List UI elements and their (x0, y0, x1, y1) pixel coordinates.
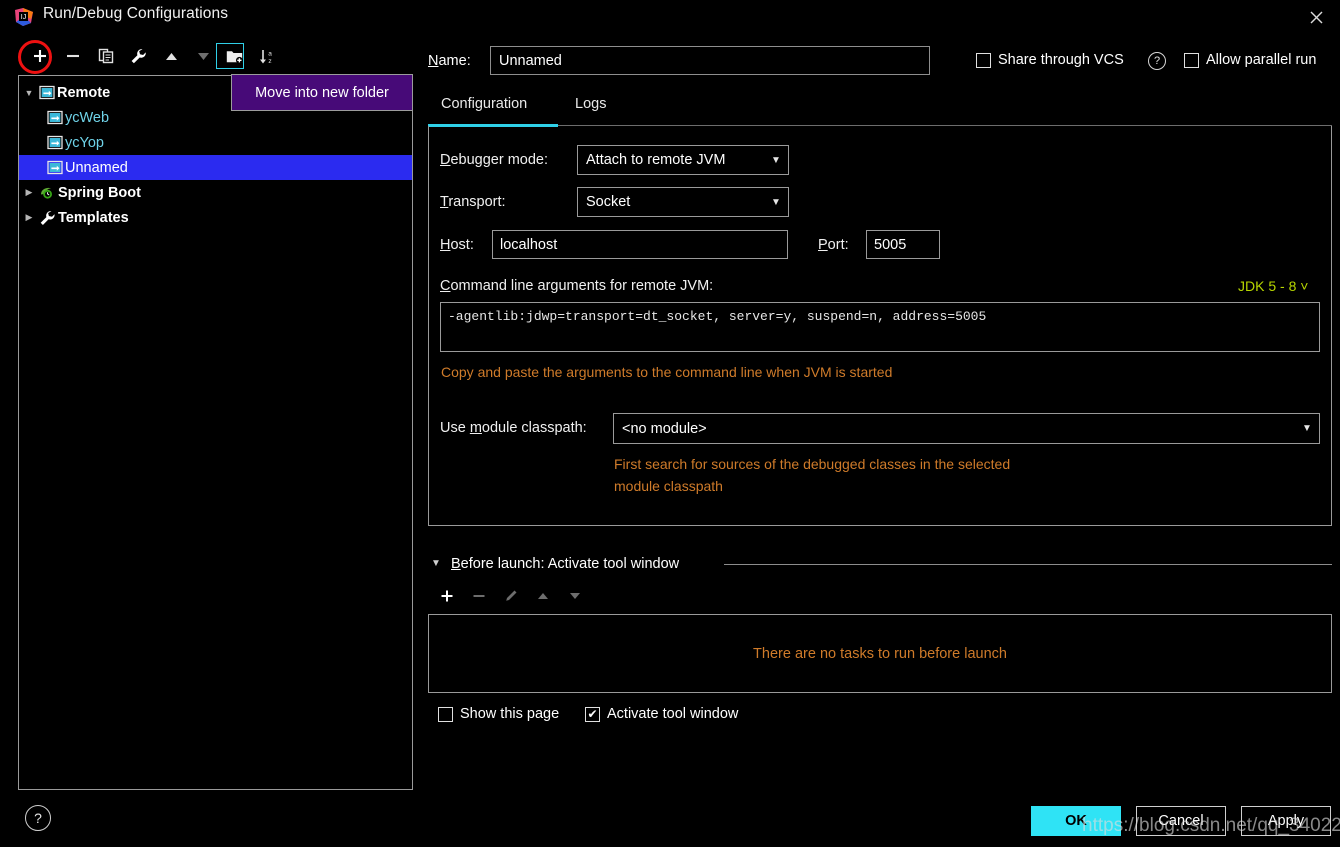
move-into-new-folder-button[interactable] (221, 42, 247, 70)
intellij-idea-logo-icon: IJ (14, 7, 34, 27)
checkbox-box (438, 706, 453, 722)
edit-templates-button[interactable] (125, 42, 151, 70)
use-module-classpath-label: Use module classpath: (440, 420, 587, 436)
close-icon[interactable] (1302, 4, 1330, 30)
apply-button[interactable]: Apply (1241, 806, 1331, 836)
transport-value: Socket (586, 194, 631, 210)
tree-item-label: ycWeb (65, 109, 110, 126)
chevron-down-icon: ▼ (771, 196, 781, 208)
remote-config-icon (47, 160, 63, 175)
port-label: Port: (818, 237, 849, 253)
module-classpath-value: <no module> (622, 420, 707, 437)
tab-configuration[interactable]: Configuration (441, 96, 527, 112)
before-launch-divider (724, 564, 1332, 565)
module-classpath-hint-line1: First search for sources of the debugged… (614, 456, 1011, 472)
debugger-mode-value: Attach to remote JVM (586, 152, 726, 168)
tree-item-templates[interactable]: ▶ Templates (19, 205, 412, 230)
show-this-page-label: Show this page (460, 706, 560, 722)
transport-label: Transport: (440, 194, 506, 210)
checkbox-box (1184, 52, 1199, 68)
jdk-version-label: JDK 5 - 8 (1238, 278, 1297, 294)
configurations-toolbar: a z (18, 42, 413, 72)
host-label: Host: (440, 237, 474, 253)
share-through-vcs-checkbox[interactable]: Share through VCS (976, 52, 1124, 68)
chevron-right-icon[interactable]: ▶ (19, 187, 39, 198)
chevron-right-icon[interactable]: ▶ (19, 212, 39, 223)
sort-configurations-button[interactable]: a z (254, 42, 280, 70)
tree-item-label: Remote (57, 84, 111, 101)
tree-item-spring-boot[interactable]: ▶ Spring Boot (19, 180, 412, 205)
host-input[interactable] (492, 230, 788, 259)
tree-item-ycyop[interactable]: ycYop (19, 130, 412, 155)
tree-item-label: Spring Boot (58, 184, 141, 201)
module-classpath-hint-line2: module classpath (614, 478, 723, 494)
configurations-tree[interactable]: ▼ Remote ycWeb ycYop Unnamed ▶ Spring Bo… (18, 75, 413, 790)
before-launch-empty-text: There are no tasks to run before launch (753, 645, 1007, 662)
before-launch-title: Before launch: Activate tool window (451, 556, 680, 572)
help-button[interactable]: ? (25, 805, 51, 831)
port-input[interactable] (866, 230, 940, 259)
remote-config-icon (39, 85, 55, 100)
before-launch-task-list[interactable]: There are no tasks to run before launch (428, 614, 1332, 693)
copy-paste-hint: Copy and paste the arguments to the comm… (441, 364, 893, 380)
copy-configuration-button[interactable] (93, 42, 119, 70)
before-launch-add-button[interactable] (436, 585, 458, 607)
spring-boot-icon (39, 185, 56, 200)
tree-item-unnamed[interactable]: Unnamed (19, 155, 412, 180)
cancel-button[interactable]: Cancel (1136, 806, 1226, 836)
activate-tool-window-checkbox[interactable]: ✔ Activate tool window (585, 706, 738, 722)
module-classpath-select[interactable]: <no module> ▼ (613, 413, 1320, 444)
debugger-mode-select[interactable]: Attach to remote JVM ▼ (577, 145, 789, 175)
allow-parallel-run-label: Allow parallel run (1206, 52, 1317, 68)
transport-select[interactable]: Socket ▼ (577, 187, 789, 217)
activate-tool-window-label: Activate tool window (607, 706, 739, 722)
add-configuration-button[interactable] (27, 42, 53, 70)
svg-text:a: a (268, 50, 272, 57)
show-this-page-checkbox[interactable]: Show this page (438, 706, 559, 722)
wrench-icon (39, 210, 56, 226)
ok-button[interactable]: OK (1031, 806, 1121, 836)
tree-item-label: Templates (58, 209, 129, 226)
checkbox-box-checked: ✔ (585, 706, 600, 722)
remove-configuration-button[interactable] (60, 42, 86, 70)
remote-config-icon (47, 135, 63, 150)
checkbox-box (976, 52, 991, 68)
title-bar: IJ Run/Debug Configurations (0, 0, 1340, 33)
name-input[interactable] (490, 46, 930, 75)
jdk-version-dropdown[interactable]: JDK 5 - 8 ˅ (1238, 278, 1308, 294)
command-line-arguments-label: Command line arguments for remote JVM: (440, 278, 714, 294)
before-launch-remove-button[interactable] (468, 585, 490, 607)
before-launch-move-up-button[interactable] (532, 585, 554, 607)
share-through-vcs-help-icon[interactable]: ? (1148, 52, 1166, 70)
move-up-button[interactable] (158, 42, 184, 70)
chevron-down-icon[interactable]: ▼ (19, 88, 39, 98)
chevron-down-icon: ▼ (771, 154, 781, 166)
debugger-mode-label: Debugger mode: (440, 152, 549, 168)
share-through-vcs-label: Share through VCS (998, 52, 1124, 68)
name-label: Name: (428, 53, 471, 69)
before-launch-move-down-button[interactable] (564, 585, 586, 607)
tree-item-label: Unnamed (65, 159, 128, 176)
page-title: Run/Debug Configurations (43, 5, 229, 22)
before-launch-chevron-down-icon[interactable]: ▼ (431, 558, 441, 569)
tree-item-label: ycYop (65, 134, 104, 151)
before-launch-toolbar (432, 585, 732, 607)
move-into-new-folder-tooltip: Move into new folder (231, 74, 413, 111)
chevron-down-icon: ▼ (1302, 423, 1312, 434)
move-down-button[interactable] (190, 42, 216, 70)
module-classpath-hint: First search for sources of the debugged… (614, 453, 1174, 497)
command-line-arguments-textarea[interactable]: -agentlib:jdwp=transport=dt_socket, serv… (440, 302, 1320, 352)
before-launch-edit-button[interactable] (500, 585, 522, 607)
svg-text:IJ: IJ (21, 14, 26, 21)
tab-logs[interactable]: Logs (575, 96, 606, 112)
svg-text:z: z (268, 58, 271, 65)
allow-parallel-run-checkbox[interactable]: Allow parallel run (1184, 52, 1316, 68)
remote-config-icon (47, 110, 63, 125)
